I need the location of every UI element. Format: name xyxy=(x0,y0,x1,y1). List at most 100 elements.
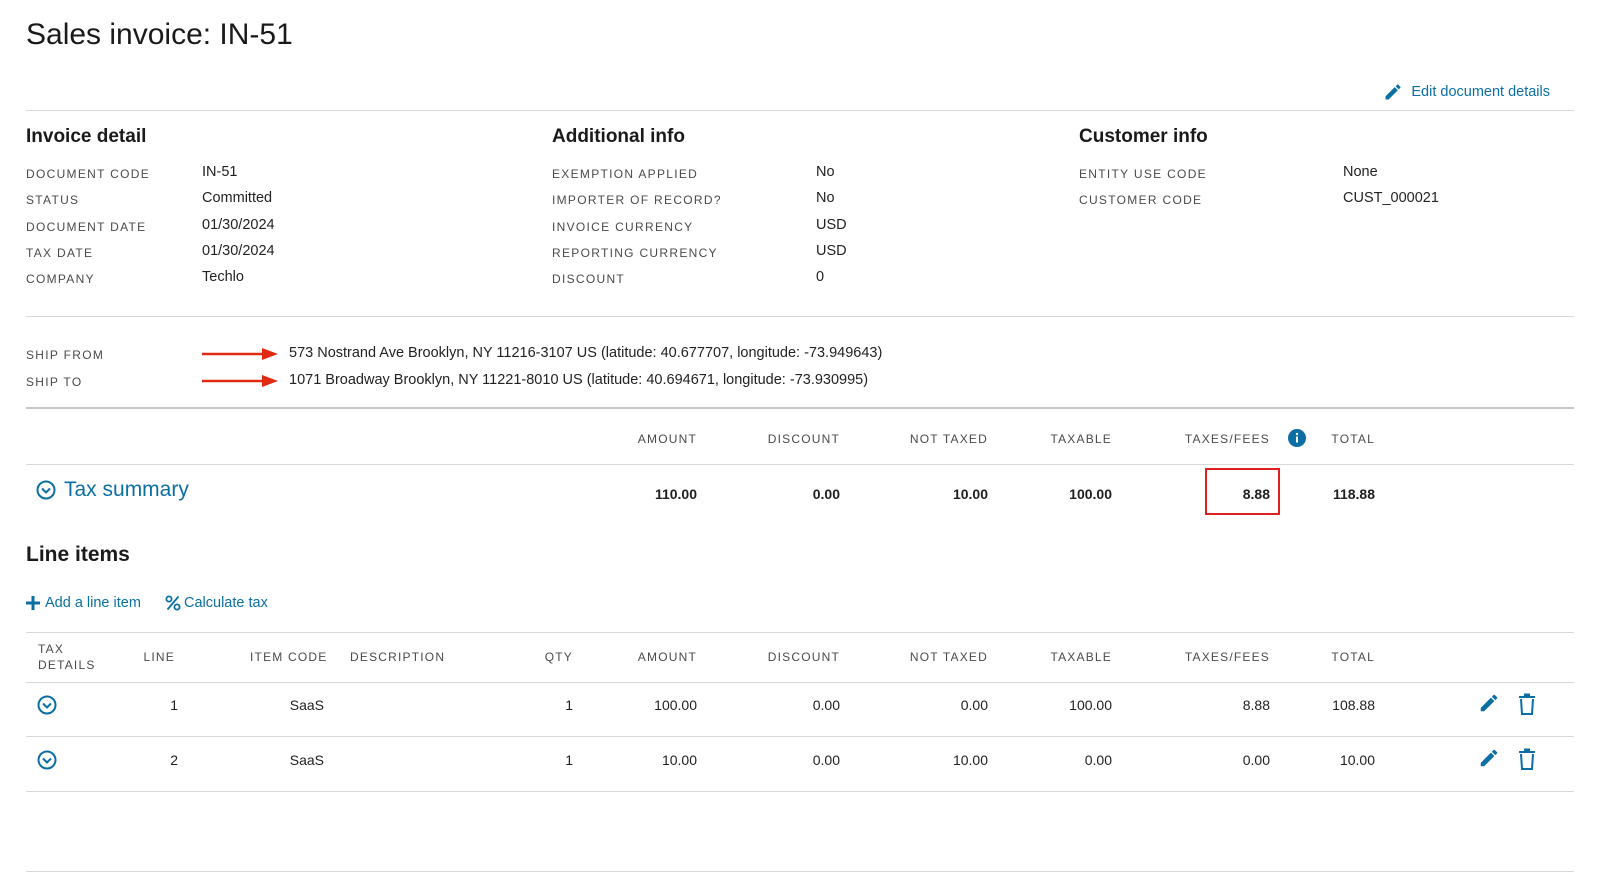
status-value: Committed xyxy=(202,190,273,206)
row2-amount: 10.00 xyxy=(661,752,697,768)
header-description: DESCRIPTION xyxy=(350,650,446,664)
row1-qty: 1 xyxy=(565,697,573,713)
summary-header-taxes-fees: TAXES/FEES xyxy=(1184,432,1270,446)
header-not-taxed: NOT TAXED xyxy=(909,650,988,664)
header-item-code: ITEM CODE xyxy=(250,650,328,664)
edit-document-details-link[interactable]: Edit document details xyxy=(1383,82,1550,102)
row1-item-code: SaaS xyxy=(289,697,324,713)
summary-header-discount: DISCOUNT xyxy=(767,432,840,446)
chevron-circle-icon[interactable] xyxy=(37,695,57,715)
divider xyxy=(26,407,1574,409)
row2-item-code: SaaS xyxy=(289,752,324,768)
trash-icon[interactable] xyxy=(1517,748,1537,770)
company-label: COMPANY xyxy=(26,272,95,286)
calculate-tax-button[interactable]: Calculate tax xyxy=(165,595,268,611)
importer-of-record-label: IMPORTER OF RECORD? xyxy=(552,193,722,207)
row2-line: 2 xyxy=(170,752,178,768)
pencil-icon xyxy=(1385,84,1401,100)
entity-use-code-label: ENTITY USE CODE xyxy=(1079,167,1207,181)
additional-info-heading: Additional info xyxy=(552,126,685,147)
arrow-icon xyxy=(202,375,278,387)
divider xyxy=(26,632,1574,633)
header-qty: QTY xyxy=(544,650,573,664)
row2-taxes-fees: 0.00 xyxy=(1242,752,1270,768)
row1-not-taxed: 0.00 xyxy=(960,697,988,713)
row2-not-taxed: 10.00 xyxy=(952,752,988,768)
percent-icon xyxy=(165,595,181,611)
row1-discount: 0.00 xyxy=(812,697,840,713)
summary-total: 118.88 xyxy=(1332,486,1375,502)
header-line: LINE xyxy=(143,650,175,664)
divider xyxy=(26,791,1574,792)
header-tax-details-1: TAX xyxy=(38,642,65,656)
tax-date-label: TAX DATE xyxy=(26,246,94,260)
customer-code-label: CUSTOMER CODE xyxy=(1079,193,1203,207)
summary-taxes-fees: 8.88 xyxy=(1242,486,1270,502)
document-code-value: IN-51 xyxy=(202,164,238,180)
exemption-applied-label: EXEMPTION APPLIED xyxy=(552,167,699,181)
header-taxes-fees: TAXES/FEES xyxy=(1184,650,1270,664)
importer-of-record-value: No xyxy=(816,190,835,206)
divider xyxy=(26,110,1574,111)
row2-taxable: 0.00 xyxy=(1084,752,1112,768)
document-date-value: 01/30/2024 xyxy=(202,217,275,233)
row1-total: 108.88 xyxy=(1332,697,1375,713)
calculate-tax-label: Calculate tax xyxy=(184,595,268,611)
ship-to-address: 1071 Broadway Brooklyn, NY 11221-8010 US… xyxy=(289,372,869,388)
pencil-icon[interactable] xyxy=(1478,747,1500,769)
summary-header-not-taxed: NOT TAXED xyxy=(909,432,988,446)
line-items-heading: Line items xyxy=(26,543,130,566)
reporting-currency-value: USD xyxy=(816,243,847,259)
row2-qty: 1 xyxy=(565,752,573,768)
arrow-icon xyxy=(202,348,278,360)
row2-discount: 0.00 xyxy=(812,752,840,768)
trash-icon[interactable] xyxy=(1517,693,1537,715)
row2-total: 10.00 xyxy=(1339,752,1375,768)
status-label: STATUS xyxy=(26,193,80,207)
summary-discount: 0.00 xyxy=(812,486,840,502)
chevron-circle-icon xyxy=(36,480,56,500)
chevron-circle-icon[interactable] xyxy=(37,750,57,770)
exemption-applied-value: No xyxy=(816,164,835,180)
header-taxable: TAXABLE xyxy=(1050,650,1112,664)
discount-value: 0 xyxy=(816,269,825,285)
summary-not-taxed: 10.00 xyxy=(952,486,988,502)
customer-info-heading: Customer info xyxy=(1079,126,1208,147)
document-code-label: DOCUMENT CODE xyxy=(26,167,151,181)
edit-document-details-label: Edit document details xyxy=(1411,84,1550,100)
reporting-currency-label: REPORTING CURRENCY xyxy=(552,246,718,260)
header-discount: DISCOUNT xyxy=(767,650,840,664)
page-title: Sales invoice: IN-51 xyxy=(26,18,293,51)
tax-date-value: 01/30/2024 xyxy=(202,243,275,259)
header-tax-details-2: DETAILS xyxy=(38,658,96,672)
row1-amount: 100.00 xyxy=(654,697,697,713)
tax-summary-toggle[interactable]: Tax summary xyxy=(36,478,189,502)
company-value: Techlo xyxy=(202,269,244,285)
header-total: TOTAL xyxy=(1331,650,1375,664)
divider xyxy=(26,682,1574,683)
discount-label: DISCOUNT xyxy=(552,272,626,286)
tax-summary-label: Tax summary xyxy=(64,478,189,501)
info-icon[interactable] xyxy=(1288,429,1306,447)
divider xyxy=(26,736,1574,737)
row1-line: 1 xyxy=(170,697,178,713)
document-date-label: DOCUMENT DATE xyxy=(26,220,147,234)
divider xyxy=(26,316,1574,317)
invoice-detail-heading: Invoice detail xyxy=(26,126,147,147)
add-line-item-button[interactable]: Add a line item xyxy=(26,595,141,611)
customer-code-value: CUST_000021 xyxy=(1343,190,1439,206)
row1-taxable: 100.00 xyxy=(1069,697,1112,713)
header-amount: AMOUNT xyxy=(637,650,697,664)
ship-from-address: 573 Nostrand Ave Brooklyn, NY 11216-3107… xyxy=(289,345,883,361)
plus-icon xyxy=(26,596,40,610)
summary-amount: 110.00 xyxy=(654,486,697,502)
divider xyxy=(26,464,1574,465)
invoice-currency-value: USD xyxy=(816,217,847,233)
pencil-icon[interactable] xyxy=(1478,692,1500,714)
row1-taxes-fees: 8.88 xyxy=(1242,697,1270,713)
ship-to-label: SHIP TO xyxy=(26,375,83,389)
summary-header-total: TOTAL xyxy=(1331,432,1375,446)
summary-header-taxable: TAXABLE xyxy=(1050,432,1112,446)
divider xyxy=(26,871,1574,872)
entity-use-code-value: None xyxy=(1343,164,1378,180)
